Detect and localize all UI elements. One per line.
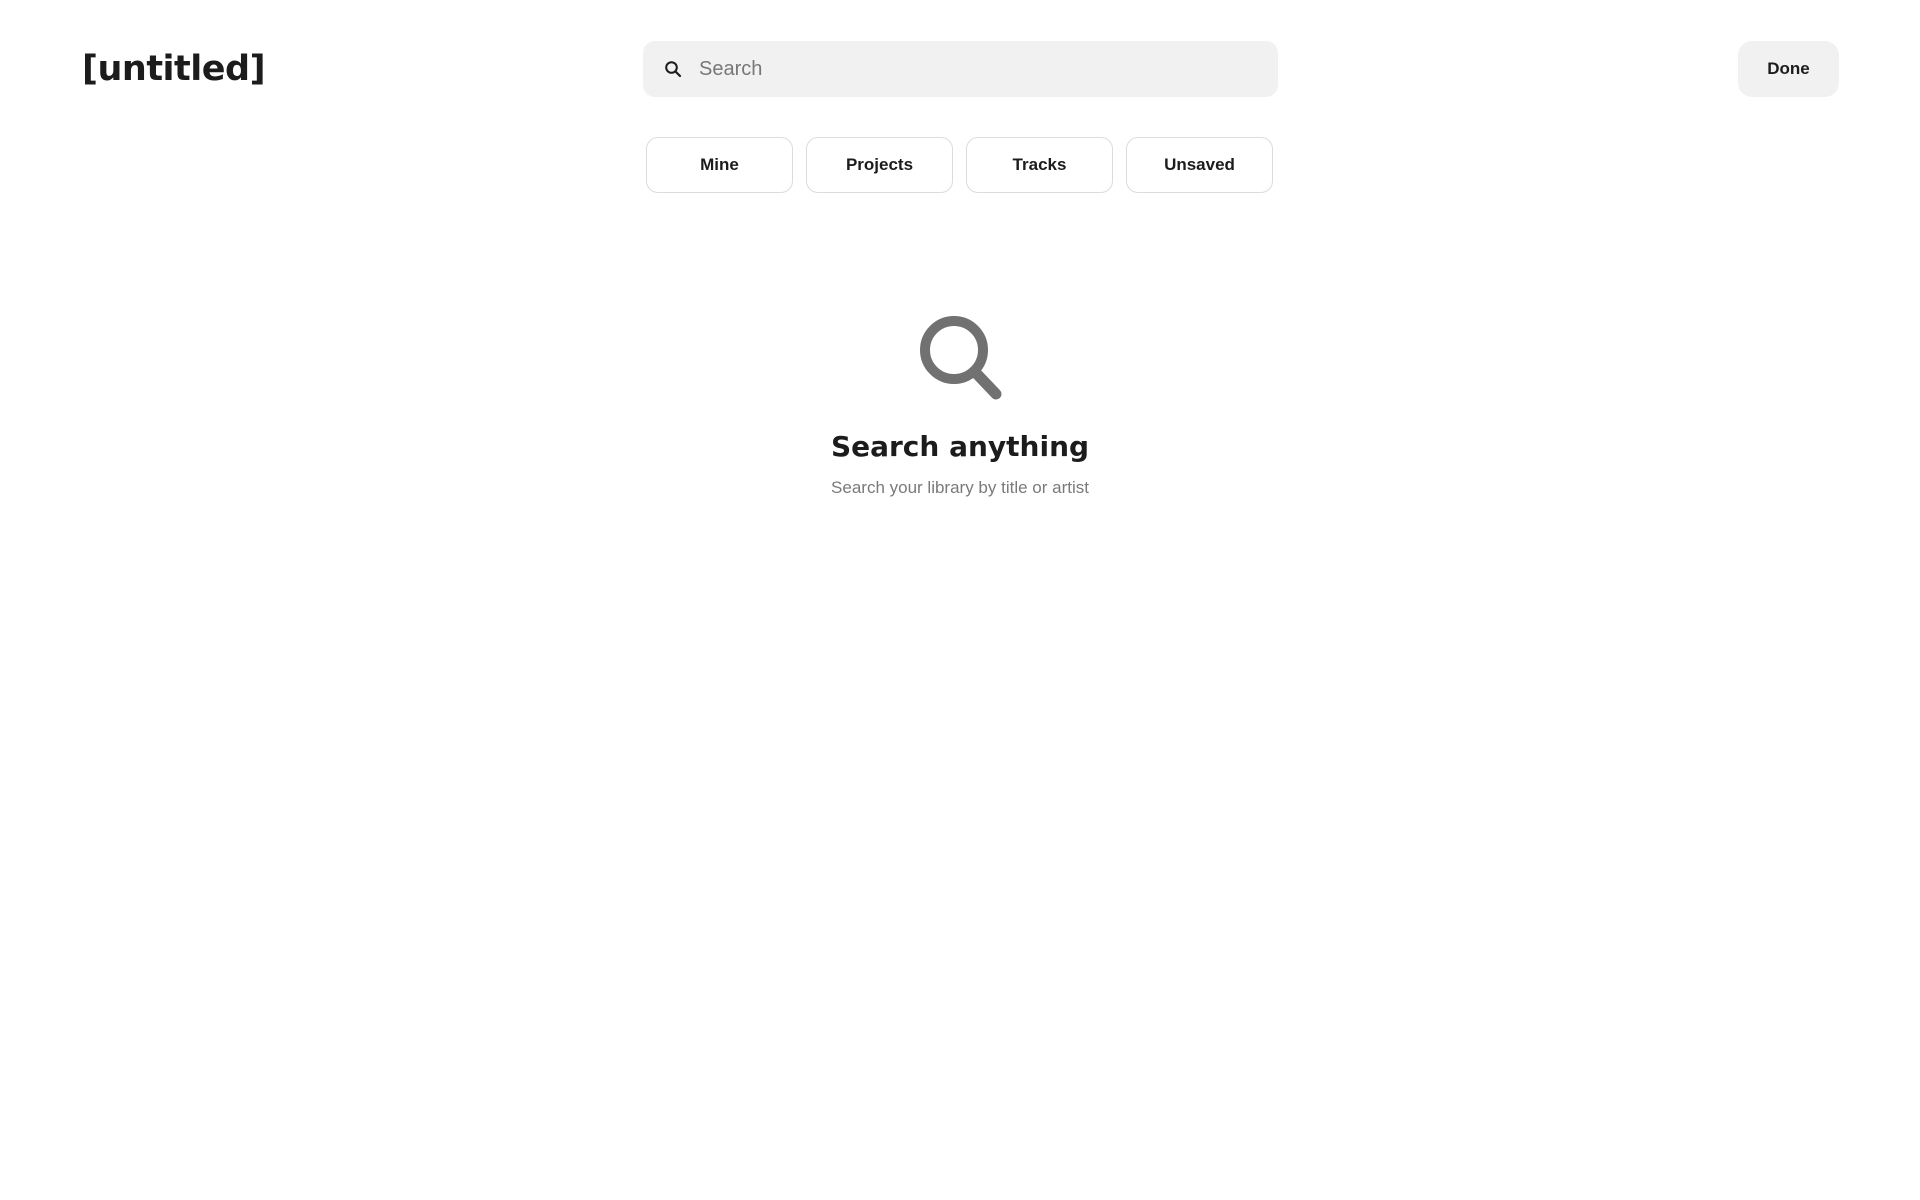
filter-chips: Mine Projects Tracks Unsaved xyxy=(646,137,1273,193)
filter-tracks[interactable]: Tracks xyxy=(966,137,1113,193)
filter-mine[interactable]: Mine xyxy=(646,137,793,193)
done-button[interactable]: Done xyxy=(1738,41,1839,97)
filter-unsaved[interactable]: Unsaved xyxy=(1126,137,1273,193)
search-icon xyxy=(920,316,1002,400)
filter-projects[interactable]: Projects xyxy=(806,137,953,193)
empty-state-title: Search anything xyxy=(830,430,1090,463)
search-icon xyxy=(663,59,683,79)
search-input[interactable] xyxy=(699,41,1278,97)
empty-state: Search anything Search your library by t… xyxy=(660,312,1260,499)
empty-state-subtitle: Search your library by title or artist xyxy=(831,478,1089,497)
page-title: [untitled] xyxy=(82,49,266,89)
search-bar[interactable] xyxy=(643,41,1278,97)
